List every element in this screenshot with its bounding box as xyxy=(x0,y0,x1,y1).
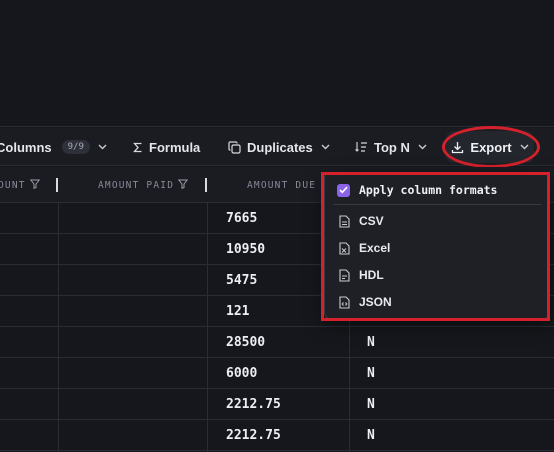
column-header-label: OUNT xyxy=(0,179,26,191)
table-cell-amount-due[interactable]: 28500 xyxy=(226,327,265,357)
sort-list-icon xyxy=(355,141,368,153)
file-icon xyxy=(339,268,350,282)
columns-label: Columns xyxy=(0,139,52,155)
filter-icon[interactable] xyxy=(174,179,189,192)
table-cell-amount-due[interactable]: 10950 xyxy=(226,234,265,264)
export-hdl-label: HDL xyxy=(359,268,384,282)
column-resize-handle[interactable] xyxy=(205,178,207,192)
copy-icon xyxy=(228,140,241,154)
apply-column-formats-label: Apply column formats xyxy=(359,183,498,197)
export-csv-label: CSV xyxy=(359,214,384,228)
chevron-down-icon xyxy=(418,144,427,150)
table-cell-amount-due[interactable]: 5475 xyxy=(226,265,257,295)
table-cell-flag[interactable]: N xyxy=(367,358,375,388)
top-n-button[interactable]: Top N xyxy=(355,128,427,166)
duplicates-label: Duplicates xyxy=(247,139,313,155)
column-resize-handle[interactable] xyxy=(56,178,58,192)
chevron-down-icon xyxy=(98,144,107,150)
column-header-amount[interactable]: OUNT xyxy=(0,167,40,203)
export-label: Export xyxy=(470,139,512,155)
top-n-label: Top N xyxy=(374,139,410,155)
formula-button[interactable]: Formula xyxy=(133,128,200,166)
apply-column-formats-checkbox[interactable] xyxy=(337,183,350,197)
formula-label: Formula xyxy=(149,139,201,155)
filter-icon[interactable] xyxy=(26,179,40,192)
table-cell-amount-due[interactable]: 2212.75 xyxy=(226,389,281,419)
file-icon xyxy=(339,241,350,255)
file-icon xyxy=(339,214,350,228)
table-cell-flag[interactable]: N xyxy=(367,327,375,357)
column-header-amount-paid[interactable]: AMOUNT PAID xyxy=(98,167,189,203)
duplicates-button[interactable]: Duplicates xyxy=(228,128,330,166)
download-icon xyxy=(451,141,464,154)
table-cell-amount-due[interactable]: 6000 xyxy=(226,358,257,388)
column-header-label: AMOUNT DUE xyxy=(247,179,317,191)
table-cell-amount-due[interactable]: 7665 xyxy=(226,203,257,233)
apply-column-formats-option[interactable]: Apply column formats xyxy=(337,178,497,202)
columns-count-badge: 9/9 xyxy=(61,140,90,154)
menu-divider xyxy=(333,204,541,205)
columns-button[interactable]: Columns 9/9 xyxy=(0,128,107,166)
export-csv-item[interactable]: CSV xyxy=(339,209,384,233)
file-icon xyxy=(339,295,350,309)
table-cell-amount-due[interactable]: 121 xyxy=(226,296,249,326)
chevron-down-icon xyxy=(321,144,330,150)
column-header-label: AMOUNT PAID xyxy=(98,179,175,191)
export-hdl-item[interactable]: HDL xyxy=(339,263,384,287)
export-excel-label: Excel xyxy=(359,241,391,255)
sigma-icon xyxy=(133,142,143,153)
column-header-amount-due[interactable]: AMOUNT DUE xyxy=(247,167,316,203)
export-dropdown-menu: Apply column formats CSV Excel HDL JSON xyxy=(324,172,550,319)
export-excel-item[interactable]: Excel xyxy=(339,236,390,260)
export-button[interactable]: Export xyxy=(446,131,534,163)
table-cell-flag[interactable]: N xyxy=(367,389,375,419)
chevron-down-icon xyxy=(520,144,529,150)
export-json-label: JSON xyxy=(359,295,392,309)
export-json-item[interactable]: JSON xyxy=(339,290,392,314)
table-cell-amount-due[interactable]: 2212.75 xyxy=(226,420,281,450)
top-empty-area xyxy=(0,0,554,127)
table-cell-flag[interactable]: N xyxy=(367,420,375,450)
